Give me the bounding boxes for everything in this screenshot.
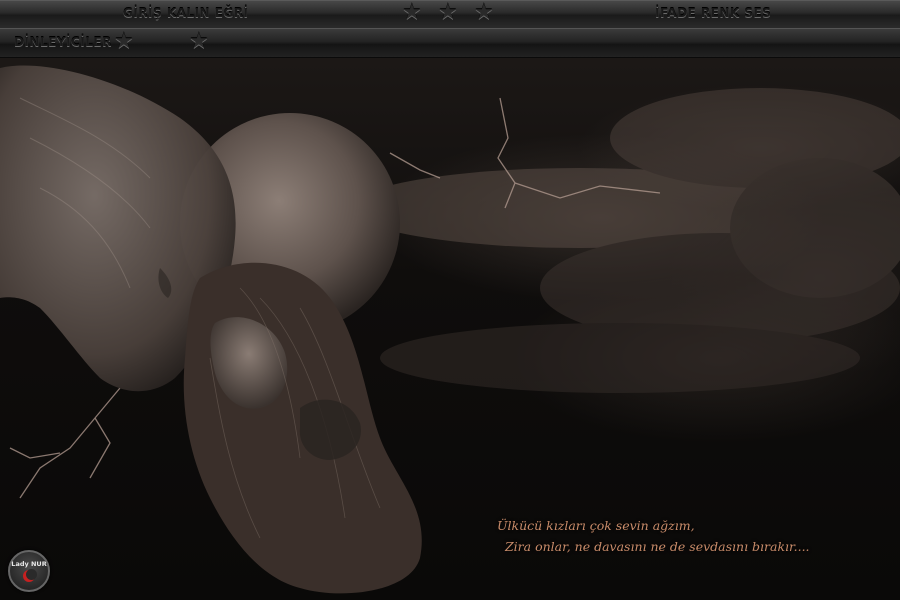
background-scene: Ülkücü kızları çok sevin ağzım, Zira onl… (0, 58, 900, 600)
cloud-shapes (350, 88, 900, 393)
star-icon[interactable]: ★ (474, 2, 494, 24)
listeners-bar: DİNLEYİCİLER ★ ★ (0, 28, 900, 59)
media-options-button[interactable]: İFADE RENK SES (655, 6, 771, 20)
quote-line-1: Ülkücü kızları çok sevin ağzım, (497, 518, 695, 533)
star-icon[interactable]: ★ (402, 2, 422, 24)
listeners-button[interactable]: DİNLEYİCİLER (14, 35, 112, 49)
star-icon[interactable]: ★ (114, 31, 134, 53)
quote-text: Ülkücü kızları çok sevin ağzım, Zira onl… (497, 515, 810, 557)
text-format-button[interactable]: GİRİŞ KALIN EĞRİ (123, 6, 249, 20)
top-toolbar: GİRİŞ KALIN EĞRİ ★ ★ ★ İFADE RENK SES (0, 0, 900, 29)
quote-line-2: Zira onlar, ne davasını ne de sevdasını … (505, 539, 810, 554)
logo-text: Lady NUR (11, 560, 47, 568)
star-icon[interactable]: ★ (189, 31, 209, 53)
crescent-icon (23, 569, 37, 582)
star-icon[interactable]: ★ (438, 2, 458, 24)
lady-nur-logo: Lady NUR (8, 550, 50, 592)
